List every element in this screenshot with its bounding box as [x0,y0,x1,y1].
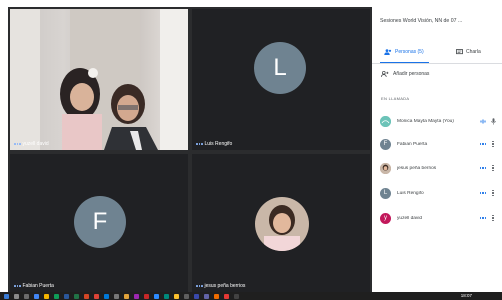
tab-chat[interactable]: Charla [456,45,481,59]
divider [372,63,502,64]
more-options-icon[interactable] [488,190,498,196]
speaking-indicator-icon [14,143,21,145]
store-icon[interactable] [104,293,109,299]
powerpoint-icon[interactable] [84,293,89,299]
speaking-indicator-icon [478,143,488,145]
tile-name-label: yuzell david [14,141,49,147]
video-tile-yuzell[interactable]: yuzell david [10,9,188,150]
chat-icon [456,49,463,55]
video-grid: yuzell david L Luis Rengifo F Fabian Pue… [8,7,372,292]
tile-name-label: Luis Rengifo [196,141,232,147]
meet-icon[interactable] [164,293,169,299]
participant-name: jesus peña berrios [397,165,437,171]
participant-name: Monica Mayta Mayta (You) [397,118,454,124]
camera-icon[interactable] [194,293,199,299]
participant-row[interactable]: F Fabian Puerta [380,137,498,151]
taskbar: 18:07 [0,292,502,300]
add-people-button[interactable]: Añadir personas [381,71,429,77]
more-options-icon[interactable] [488,215,498,221]
notes-icon[interactable] [174,293,179,299]
speaking-indicator-icon [478,217,488,219]
more-options-icon[interactable] [488,141,498,147]
video-tile-jesus[interactable]: jesus peña berrios [192,154,370,292]
avatar-photo [380,115,391,127]
paint-icon[interactable] [214,293,219,299]
meet-window: yuzell david L Luis Rengifo F Fabian Pue… [0,0,502,300]
participant-name: Fabian Puerta [397,141,428,147]
speaking-indicator-icon [196,285,203,287]
avatar [380,162,391,174]
search-icon[interactable] [14,293,19,299]
camera-scene [10,9,188,150]
microphone-icon[interactable] [488,117,498,125]
speaking-indicator-icon [196,143,203,145]
speaking-indicator-icon [478,192,488,194]
section-label: EN LLAMADA [381,96,410,101]
add-person-icon [381,71,389,77]
calculator-icon[interactable] [184,293,189,299]
chrome-icon[interactable] [94,293,99,299]
word-icon[interactable] [64,293,69,299]
video-tile-fabian[interactable]: F Fabian Puerta [10,154,188,292]
start-icon[interactable] [4,293,9,299]
clock: 18:07 [460,292,472,298]
meeting-title: Sesiones World Visión, NN de 07 ... [380,18,463,24]
task-view-icon[interactable] [24,293,29,299]
participant-name: Luis Rengifo [397,190,424,196]
mail-icon[interactable] [54,293,59,299]
avatar [255,197,309,251]
browser-icon[interactable] [34,293,39,299]
settings-icon[interactable] [114,293,119,299]
tile-name-label: Fabian Puerta [14,283,54,289]
audio-level-icon [478,119,488,124]
participant-row[interactable]: y yuzell david [380,211,498,225]
avatar [380,115,391,127]
people-panel: Sesiones World Visión, NN de 07 ... Pers… [372,7,502,292]
participant-name: yuzell david [397,215,423,221]
excel-icon[interactable] [74,293,79,299]
participant-row[interactable]: L Luis Rengifo [380,186,498,200]
pdf-icon[interactable] [144,293,149,299]
avatar: F [380,138,391,150]
more-options-icon[interactable] [488,165,498,171]
media-icon[interactable] [134,293,139,299]
avatar: L [254,42,306,94]
people-icon [384,49,392,55]
avatar: y [380,212,391,224]
photos-icon[interactable] [124,293,129,299]
speaking-indicator-icon [478,167,488,169]
participant-row[interactable]: Monica Mayta Mayta (You) [380,114,498,128]
terminal-icon[interactable] [234,293,239,299]
participant-row[interactable]: jesus peña berrios [380,161,498,175]
teams-icon[interactable] [204,293,209,299]
avatar: L [380,187,391,199]
folder-icon[interactable] [44,293,49,299]
tab-people[interactable]: Personas (5) [384,45,424,59]
speaking-indicator-icon [14,285,21,287]
avatar-photo [380,162,391,174]
tile-name-label: jesus peña berrios [196,283,245,289]
record-icon[interactable] [224,293,229,299]
avatar: F [74,196,126,248]
video-tile-luis[interactable]: L Luis Rengifo [192,9,370,150]
zoom-icon[interactable] [154,293,159,299]
